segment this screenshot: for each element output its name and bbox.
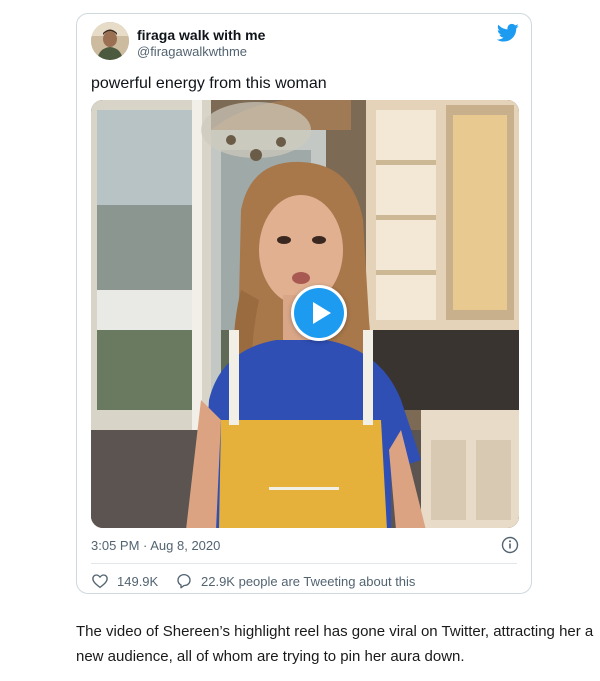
divider: [91, 563, 517, 564]
display-name[interactable]: firaga walk with me: [137, 27, 265, 43]
user-handle[interactable]: @firagawalkwthme: [137, 44, 247, 59]
heart-icon: [92, 574, 108, 589]
tweeting-about-text: 22.9K people are Tweeting about this: [201, 573, 416, 589]
speech-bubble-icon: [177, 573, 191, 589]
info-icon[interactable]: [501, 536, 519, 554]
like-button[interactable]: 149.9K: [91, 570, 158, 592]
avatar[interactable]: [91, 22, 129, 60]
reply-link[interactable]: 22.9K people are Tweeting about this: [175, 570, 415, 592]
play-icon: [294, 288, 344, 338]
play-button[interactable]: [291, 285, 347, 341]
twitter-bird-icon[interactable]: [497, 23, 519, 43]
article-line-2: new audience, all of whom are trying to …: [76, 648, 465, 665]
article-paragraph: The video of Shereen’s highlight reel ha…: [76, 619, 596, 669]
like-count: 149.9K: [117, 573, 159, 589]
tweet-embed-card[interactable]: firaga walk with me @firagawalkwthme pow…: [76, 13, 532, 594]
video-player[interactable]: [91, 100, 519, 528]
tweet-text: powerful energy from this woman: [91, 75, 327, 92]
tweet-timestamp[interactable]: 3:05 PM · Aug 8, 2020: [91, 538, 220, 553]
article-line-1: The video of Shereen’s highlight reel ha…: [76, 623, 594, 640]
